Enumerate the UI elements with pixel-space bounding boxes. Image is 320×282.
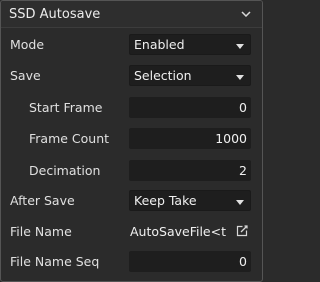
caret-down-icon: [236, 193, 244, 208]
panel-header[interactable]: SSD Autosave: [1, 1, 262, 28]
after-save-value: Keep Take: [134, 192, 197, 208]
file-name-seq-row: File Name Seq 0: [1, 249, 262, 273]
mode-value: Enabled: [134, 36, 185, 52]
caret-down-icon: [236, 68, 244, 83]
after-save-label: After Save: [10, 192, 75, 208]
file-name-seq-label: File Name Seq: [10, 253, 100, 269]
decimation-input[interactable]: 2: [129, 159, 251, 181]
mode-dropdown[interactable]: Enabled: [129, 33, 251, 55]
save-row: Save Selection: [1, 63, 262, 87]
caret-down-icon: [236, 37, 244, 52]
save-value: Selection: [134, 67, 192, 83]
decimation-label: Decimation: [29, 162, 101, 178]
panel-title: SSD Autosave: [9, 6, 101, 22]
start-frame-label: Start Frame: [29, 99, 103, 115]
save-label: Save: [10, 67, 41, 83]
after-save-dropdown[interactable]: Keep Take: [129, 189, 251, 211]
frame-count-label: Frame Count: [29, 130, 110, 146]
start-frame-input[interactable]: 0: [129, 96, 251, 118]
after-save-row: After Save Keep Take: [1, 188, 262, 212]
save-dropdown[interactable]: Selection: [129, 64, 251, 86]
decimation-row: Decimation 2: [1, 158, 262, 182]
file-name-row: File Name AutoSaveFile<ti: [1, 219, 262, 243]
frame-count-input[interactable]: 1000: [129, 127, 251, 149]
file-name-seq-input[interactable]: 0: [129, 250, 251, 272]
edit-external-icon[interactable]: [235, 224, 249, 238]
start-frame-row: Start Frame 0: [1, 95, 262, 119]
mode-row: Mode Enabled: [1, 32, 262, 56]
chevron-down-icon[interactable]: [239, 7, 253, 21]
file-name-field: AutoSaveFile<ti: [129, 221, 251, 242]
file-name-input[interactable]: AutoSaveFile<ti: [130, 224, 226, 239]
mode-label: Mode: [10, 36, 45, 52]
frame-count-row: Frame Count 1000: [1, 126, 262, 150]
file-name-label: File Name: [10, 223, 72, 239]
ssd-autosave-panel: SSD Autosave Mode Enabled Save Selection…: [0, 0, 263, 282]
